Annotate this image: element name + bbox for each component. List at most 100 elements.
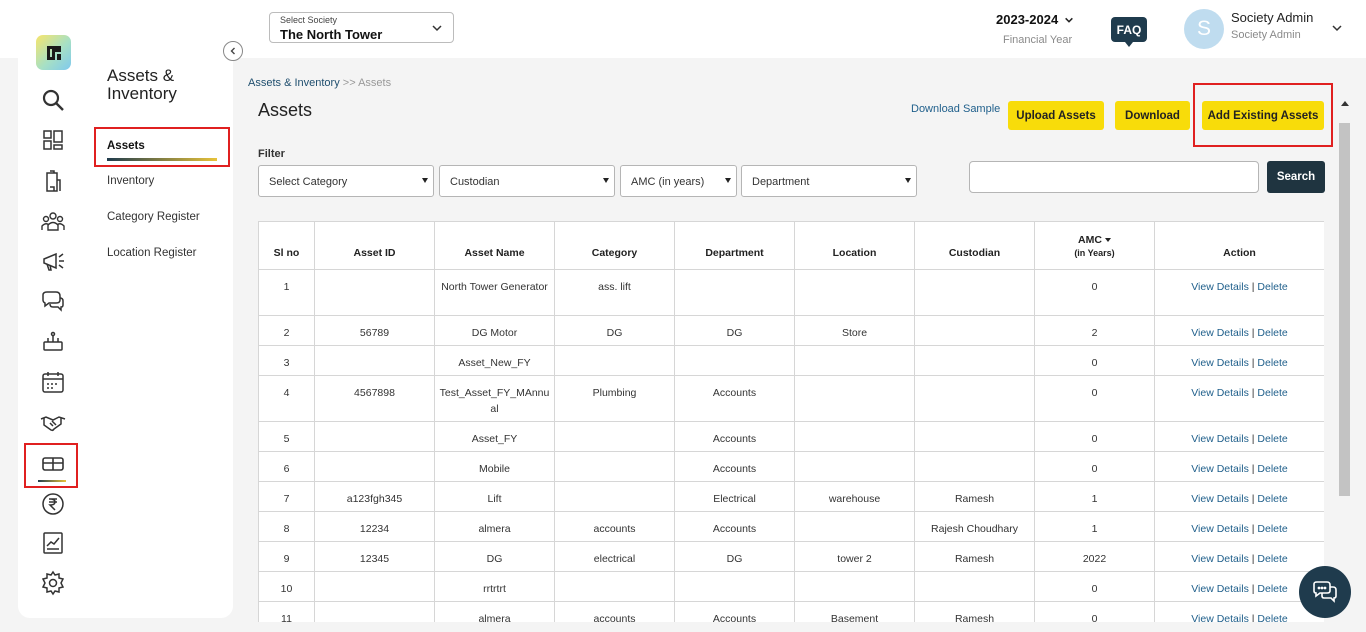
rupee-icon[interactable] (38, 489, 68, 519)
breadcrumb-parent[interactable]: Assets & Inventory (248, 77, 340, 89)
sidebar-item-assets[interactable]: Assets (94, 127, 230, 167)
scroll-up-arrow-icon[interactable] (1341, 101, 1349, 106)
delete-link[interactable]: Delete (1257, 613, 1287, 622)
delete-link[interactable]: Delete (1257, 357, 1287, 369)
delete-link[interactable]: Delete (1257, 433, 1287, 445)
cell-amc: 2 (1034, 315, 1155, 346)
department-select[interactable]: Department (741, 165, 917, 197)
cell-asset-id (314, 269, 435, 316)
view-details-link[interactable]: View Details (1191, 463, 1249, 475)
delete-link[interactable]: Delete (1257, 327, 1287, 339)
view-details-link[interactable]: View Details (1191, 433, 1249, 445)
cell-department: DG (674, 315, 795, 346)
cell-asset-name: DG (434, 541, 555, 572)
cell-asset-name: Test_Asset_FY_MAnnual (434, 375, 555, 422)
society-select-label: Select Society (280, 15, 338, 25)
view-details-link[interactable]: View Details (1191, 327, 1249, 339)
members-icon[interactable] (38, 206, 68, 236)
delete-link[interactable]: Delete (1257, 463, 1287, 475)
cell-department: Accounts (674, 421, 795, 452)
category-select[interactable]: Select Category (258, 165, 434, 197)
custodian-select[interactable]: Custodian (439, 165, 615, 197)
delete-link[interactable]: Delete (1257, 583, 1287, 595)
cell-asset-name: Asset_New_FY (434, 345, 555, 376)
sidebar-item-category-register[interactable]: Category Register (107, 211, 200, 223)
delete-link[interactable]: Delete (1257, 493, 1287, 505)
app-logo[interactable] (36, 35, 71, 70)
delete-link[interactable]: Delete (1257, 523, 1287, 535)
view-details-link[interactable]: View Details (1191, 493, 1249, 505)
society-select[interactable]: Select Society The North Tower (269, 12, 454, 43)
assets-table-container: Sl no Asset ID Asset Name Category Depar… (258, 221, 1324, 622)
cell-custodian: Ramesh (914, 601, 1035, 622)
cell-custodian: Ramesh (914, 541, 1035, 572)
search-input[interactable] (969, 161, 1259, 193)
download-button[interactable]: Download (1115, 101, 1190, 130)
cell-department: Accounts (674, 511, 795, 542)
chat-support-button[interactable] (1299, 566, 1351, 618)
chat-icon[interactable] (38, 287, 68, 317)
view-details-link[interactable]: View Details (1191, 357, 1249, 369)
cell-sl-no: 4 (258, 375, 315, 422)
cell-category: Plumbing (554, 375, 675, 422)
cell-action: View Details | Delete (1154, 511, 1324, 542)
sidebar-item-location-register[interactable]: Location Register (107, 247, 197, 259)
active-indicator (38, 480, 66, 482)
avatar[interactable]: S (1184, 9, 1224, 49)
building-icon[interactable] (38, 166, 68, 196)
breadcrumb-current: Assets (358, 77, 392, 89)
cell-location (794, 451, 915, 482)
collapse-sidebar-button[interactable] (223, 41, 243, 61)
assets-icon[interactable] (38, 449, 68, 479)
search-icon[interactable] (38, 85, 68, 115)
cell-asset-name: Mobile (434, 451, 555, 482)
view-details-link[interactable]: View Details (1191, 281, 1249, 293)
financial-year-value: 2023-2024 (996, 12, 1059, 27)
report-icon[interactable] (38, 528, 68, 558)
search-button[interactable]: Search (1267, 161, 1325, 193)
table-row: 9 12345 DG electrical DG tower 2 Ramesh 2022 Vie… (258, 541, 1324, 572)
cell-department: DG (674, 541, 795, 572)
col-asset-id: Asset ID (314, 221, 435, 270)
cell-custodian (914, 421, 1035, 452)
cell-action: View Details | Delete (1154, 451, 1324, 482)
table-row: 8 12234 almera accounts Accounts Rajesh Choud… (258, 511, 1324, 542)
chevron-down-icon (1065, 17, 1074, 23)
cell-location: warehouse (794, 481, 915, 512)
settings-icon[interactable] (38, 568, 68, 598)
cell-asset-id (314, 571, 435, 602)
cell-asset-id: 56789 (314, 315, 435, 346)
filter-label: Filter (258, 148, 285, 160)
sidebar-item-inventory[interactable]: Inventory (107, 175, 154, 187)
view-details-link[interactable]: View Details (1191, 553, 1249, 565)
amc-select[interactable]: AMC (in years) (620, 165, 737, 197)
download-sample-link[interactable]: Download Sample (911, 103, 1000, 115)
cell-sl-no: 8 (258, 511, 315, 542)
handshake-icon[interactable] (38, 407, 68, 437)
col-amc[interactable]: AMC (in Years) (1034, 221, 1155, 270)
upload-assets-button[interactable]: Upload Assets (1008, 101, 1104, 130)
cell-category (554, 451, 675, 482)
caret-down-icon (603, 178, 609, 183)
view-details-link[interactable]: View Details (1191, 387, 1249, 399)
announcement-icon[interactable] (38, 246, 68, 276)
financial-year-selector[interactable]: 2023-2024 Financial Year (996, 12, 1080, 46)
delete-link[interactable]: Delete (1257, 281, 1287, 293)
facility-icon[interactable] (38, 327, 68, 357)
calendar-icon[interactable] (38, 367, 68, 397)
view-details-link[interactable]: View Details (1191, 523, 1249, 535)
chevron-down-icon[interactable] (1331, 22, 1343, 34)
view-details-link[interactable]: View Details (1191, 613, 1249, 622)
view-details-link[interactable]: View Details (1191, 583, 1249, 595)
cell-action: View Details | Delete (1154, 375, 1324, 422)
col-department: Department (674, 221, 795, 270)
user-info[interactable]: Society Admin Society Admin (1231, 10, 1313, 41)
scrollbar-thumb[interactable] (1339, 123, 1350, 496)
delete-link[interactable]: Delete (1257, 553, 1287, 565)
dashboard-icon[interactable] (38, 125, 68, 155)
sidebar-section-title: Assets & Inventory (107, 66, 177, 103)
faq-button[interactable]: FAQ (1111, 17, 1147, 47)
cell-amc: 1 (1034, 511, 1155, 542)
delete-link[interactable]: Delete (1257, 387, 1287, 399)
add-existing-assets-button[interactable]: Add Existing Assets (1202, 101, 1324, 130)
